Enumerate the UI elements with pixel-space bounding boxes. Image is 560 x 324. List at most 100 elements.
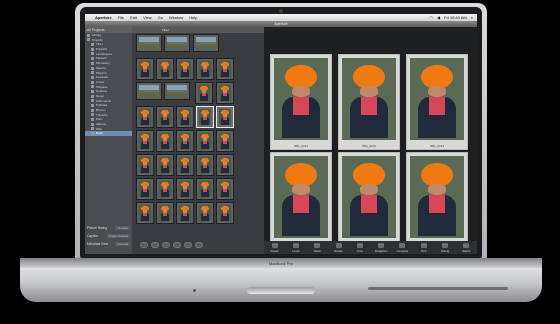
thumbnail[interactable]	[196, 58, 214, 80]
viewer-tool-button[interactable]: Loupe	[285, 241, 306, 254]
folder-icon	[91, 43, 94, 47]
menu-file[interactable]: File	[118, 15, 124, 20]
viewer-tool-button[interactable]: Rating	[434, 241, 455, 254]
thumbnail[interactable]	[216, 154, 234, 176]
photo	[410, 156, 464, 238]
thumbnail[interactable]	[136, 34, 162, 52]
thumbnail[interactable]	[156, 154, 174, 176]
thumbnail[interactable]	[156, 178, 174, 200]
menu-app-name[interactable]: Aperture	[95, 15, 112, 20]
zoom-in-button[interactable]	[173, 242, 181, 248]
thumbnail[interactable]	[216, 130, 234, 152]
viewer-image[interactable]: IMG_0215	[338, 152, 400, 248]
meta-value-rating[interactable]: Unrated	[115, 226, 130, 230]
thumbnail[interactable]	[216, 82, 234, 104]
volume-icon[interactable]: ◀	[437, 15, 440, 20]
prev-button[interactable]	[140, 242, 148, 248]
wifi-icon[interactable]: ◠	[429, 15, 433, 20]
viewer-tool-button[interactable]: Compare	[392, 241, 413, 254]
viewer-tool-button[interactable]: Straighten	[370, 241, 391, 254]
thumbnail[interactable]	[136, 154, 154, 176]
photo	[159, 133, 171, 149]
viewer-image[interactable]: IMG_0212	[338, 54, 400, 150]
viewer-tool-button[interactable]: Pick	[413, 241, 434, 254]
viewer-tool-button[interactable]: Stack	[307, 241, 328, 254]
image-caption: IMG_0212	[361, 144, 376, 148]
thumbnail[interactable]	[136, 58, 154, 80]
thumbnail[interactable]	[216, 178, 234, 200]
thumbnail[interactable]	[176, 154, 194, 176]
next-button[interactable]	[151, 242, 159, 248]
thumbnail[interactable]	[136, 178, 154, 200]
thumbnail[interactable]	[196, 202, 214, 224]
thumbnail[interactable]	[176, 202, 194, 224]
thumbnail[interactable]	[216, 202, 234, 224]
viewer-image[interactable]: IMG_0213	[406, 54, 468, 150]
grid-view-button[interactable]	[184, 242, 192, 248]
meta-value-caption[interactable]: Prayer festival	[106, 234, 130, 238]
project-item-label: Portraits	[96, 47, 108, 52]
tool-icon	[399, 243, 406, 248]
thumbnail[interactable]	[176, 58, 194, 80]
photo	[179, 61, 191, 77]
viewer-image[interactable]: IMG_0214	[270, 152, 332, 248]
thumbnail[interactable]	[196, 154, 214, 176]
thumbnail[interactable]	[176, 178, 194, 200]
viewer-image[interactable]: IMG_0211	[270, 54, 332, 150]
thumbnail[interactable]	[164, 34, 190, 52]
project-item-label: Library	[92, 33, 102, 37]
photo	[196, 37, 216, 49]
spotlight-icon[interactable]: ⌕	[471, 15, 473, 20]
photo	[199, 133, 211, 149]
thumbnail[interactable]	[156, 106, 174, 128]
menu-help[interactable]: Help	[189, 15, 197, 20]
photo	[167, 37, 187, 49]
photo	[199, 205, 211, 221]
zoom-out-button[interactable]	[162, 242, 170, 248]
meta-value-view[interactable]: General	[115, 242, 130, 246]
thumbnail[interactable]	[195, 82, 213, 104]
viewer-image[interactable]: IMG_0216	[406, 152, 468, 248]
viewer-tool-button[interactable]: Stamp	[456, 241, 477, 254]
thumbnail[interactable]	[136, 202, 154, 224]
thumbnail[interactable]	[216, 106, 234, 128]
viewer-tool-button[interactable]: Crop	[349, 241, 370, 254]
thumbnail[interactable]	[176, 130, 194, 152]
thumbnail[interactable]	[156, 202, 174, 224]
thumbnail[interactable]	[196, 106, 214, 128]
photo	[219, 85, 231, 101]
thumbnail[interactable]	[193, 34, 219, 52]
thumbnail[interactable]	[136, 106, 154, 128]
menu-edit[interactable]: Edit	[130, 15, 137, 20]
project-item-label: Selects	[96, 65, 106, 70]
project-item-label: Lhasa	[96, 79, 105, 84]
latch-button[interactable]	[247, 287, 315, 294]
project-item[interactable]: Book	[85, 131, 132, 137]
thumbnail[interactable]	[164, 82, 190, 100]
folder-icon	[91, 61, 94, 65]
viewer-tool-button[interactable]: Viewer	[264, 241, 285, 254]
tool-icon	[314, 243, 321, 248]
photo	[139, 37, 159, 49]
thumbnail[interactable]	[216, 58, 234, 80]
photo	[159, 157, 171, 173]
thumbnail[interactable]	[156, 130, 174, 152]
menu-clock[interactable]: Fri 10:40 AM	[444, 15, 467, 20]
thumbnail[interactable]	[136, 82, 162, 100]
list-view-button[interactable]	[195, 242, 203, 248]
photo	[219, 109, 231, 125]
thumbnail[interactable]	[196, 130, 214, 152]
menu-window[interactable]: Window	[169, 15, 183, 20]
photo	[179, 157, 191, 173]
thumbnail[interactable]	[156, 58, 174, 80]
viewer-tool-button[interactable]: Rotate	[328, 241, 349, 254]
thumbnail[interactable]	[176, 106, 194, 128]
folder-icon	[91, 47, 94, 51]
thumbnail[interactable]	[136, 130, 154, 152]
menu-view[interactable]: View	[143, 15, 152, 20]
brand-label: MacBook Pro	[268, 261, 293, 266]
thumbnail[interactable]	[196, 178, 214, 200]
browser-panel: Tibet	[132, 27, 264, 254]
menu-go[interactable]: Go	[158, 15, 163, 20]
disc-slot	[368, 287, 508, 290]
